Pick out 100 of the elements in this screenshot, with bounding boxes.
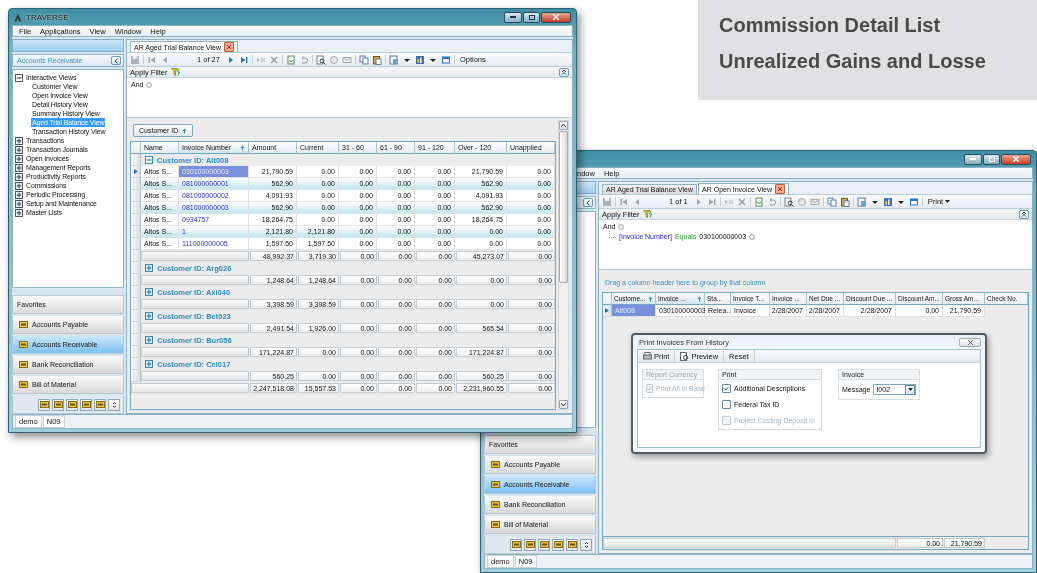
module-button[interactable] <box>80 398 92 411</box>
chart-icon[interactable] <box>882 196 893 207</box>
filter-funnel-icon[interactable] <box>642 210 653 218</box>
module-button[interactable] <box>538 538 550 551</box>
copy-icon[interactable] <box>358 54 369 65</box>
double-chevron-icon <box>561 69 567 75</box>
last-page-icon[interactable] <box>238 54 249 65</box>
minimize-button[interactable] <box>504 11 522 23</box>
collapse-icon[interactable] <box>15 73 23 82</box>
check-icon <box>647 386 652 391</box>
window-icon[interactable] <box>908 196 919 207</box>
close-icon <box>967 339 973 345</box>
row-header[interactable] <box>603 305 612 317</box>
maximize-button[interactable] <box>983 153 1000 165</box>
folder-icon <box>553 541 563 548</box>
collapse-filter-button[interactable] <box>1019 209 1029 219</box>
close-tab-button[interactable] <box>774 184 785 194</box>
more-modules-button[interactable] <box>108 398 120 411</box>
window-icon[interactable] <box>440 54 451 65</box>
row-header <box>131 298 141 310</box>
scroll-up-button[interactable] <box>559 121 568 130</box>
checkbox[interactable] <box>722 400 731 409</box>
module-button[interactable] <box>552 538 564 551</box>
expand-icon[interactable] <box>15 136 23 145</box>
filter-funnel-icon[interactable] <box>170 68 181 76</box>
minimize-button[interactable] <box>964 153 982 165</box>
refresh-icon[interactable] <box>753 196 764 207</box>
folder-icon <box>19 321 28 328</box>
module-button[interactable] <box>94 398 106 411</box>
print-preview-icon[interactable] <box>315 54 326 65</box>
collapse-filter-button[interactable] <box>559 67 569 77</box>
close-icon <box>777 187 782 191</box>
delete-icon[interactable] <box>268 54 279 65</box>
folder-icon <box>19 341 28 348</box>
scrollbar[interactable] <box>558 120 569 410</box>
row-header <box>131 274 141 286</box>
check-icon <box>724 386 729 391</box>
collapse-sidebar-button[interactable] <box>111 56 121 65</box>
expand-icon[interactable] <box>145 336 153 344</box>
expand-icon[interactable] <box>15 163 23 172</box>
chevron-left-icon <box>586 199 590 206</box>
paste-icon[interactable] <box>839 196 850 207</box>
folder-icon <box>95 401 105 408</box>
folder-icon <box>491 481 500 488</box>
row-pointer-icon <box>605 308 609 313</box>
maximize-button[interactable] <box>523 11 540 23</box>
expand-icon[interactable] <box>15 145 23 154</box>
close-button[interactable] <box>1001 153 1031 165</box>
printer-icon <box>643 352 652 360</box>
expand-icon[interactable] <box>145 312 153 320</box>
maximize-icon <box>988 156 995 162</box>
expand-icon[interactable] <box>145 288 153 296</box>
minimize-icon <box>510 16 516 18</box>
row-header <box>131 370 141 382</box>
module-button[interactable] <box>38 398 50 411</box>
chart-icon[interactable] <box>414 54 425 65</box>
module-button[interactable] <box>510 538 522 551</box>
module-button[interactable] <box>524 538 536 551</box>
row-header <box>131 286 141 298</box>
paste-icon[interactable] <box>371 54 382 65</box>
sort-arrow-icon <box>697 295 702 302</box>
close-icon <box>1013 156 1019 162</box>
module-button[interactable] <box>66 398 78 411</box>
checkbox[interactable] <box>722 384 731 393</box>
row-header[interactable] <box>131 166 141 178</box>
row-header <box>131 334 141 346</box>
print-preview-icon <box>680 351 690 361</box>
refresh-icon[interactable] <box>285 54 296 65</box>
more-modules-button[interactable] <box>580 538 592 551</box>
expand-icon[interactable] <box>15 181 23 190</box>
collapse-icon[interactable] <box>145 156 153 164</box>
print-preview-icon[interactable] <box>783 196 794 207</box>
expand-icon[interactable] <box>15 199 23 208</box>
dropdown-button[interactable] <box>905 384 915 395</box>
copy-icon[interactable] <box>826 196 837 207</box>
row-pointer-icon <box>133 169 138 174</box>
sort-arrow-icon <box>182 127 188 134</box>
scroll-thumb[interactable] <box>559 131 568 283</box>
folder-icon <box>491 521 500 528</box>
expand-icon[interactable] <box>15 190 23 199</box>
close-button[interactable] <box>541 11 571 23</box>
expand-icon[interactable] <box>15 208 23 217</box>
dropdown-caret-icon <box>945 200 951 203</box>
expand-icon[interactable] <box>145 360 153 368</box>
expand-icon[interactable] <box>15 172 23 181</box>
module-button[interactable] <box>52 398 64 411</box>
caret-icon <box>907 388 913 391</box>
delete-icon[interactable] <box>736 196 747 207</box>
close-tab-button[interactable] <box>224 42 235 52</box>
collapse-sidebar-button[interactable] <box>583 198 593 207</box>
close-button[interactable] <box>959 337 981 347</box>
chevron-icon <box>111 400 117 409</box>
scroll-down-button[interactable] <box>559 400 568 409</box>
folder-icon <box>19 361 28 368</box>
chevron-left-icon <box>114 57 118 64</box>
expand-icon[interactable] <box>145 264 153 272</box>
expand-icon[interactable] <box>15 154 23 163</box>
row-header <box>131 310 141 322</box>
row-header <box>131 322 141 334</box>
module-button[interactable] <box>566 538 578 551</box>
